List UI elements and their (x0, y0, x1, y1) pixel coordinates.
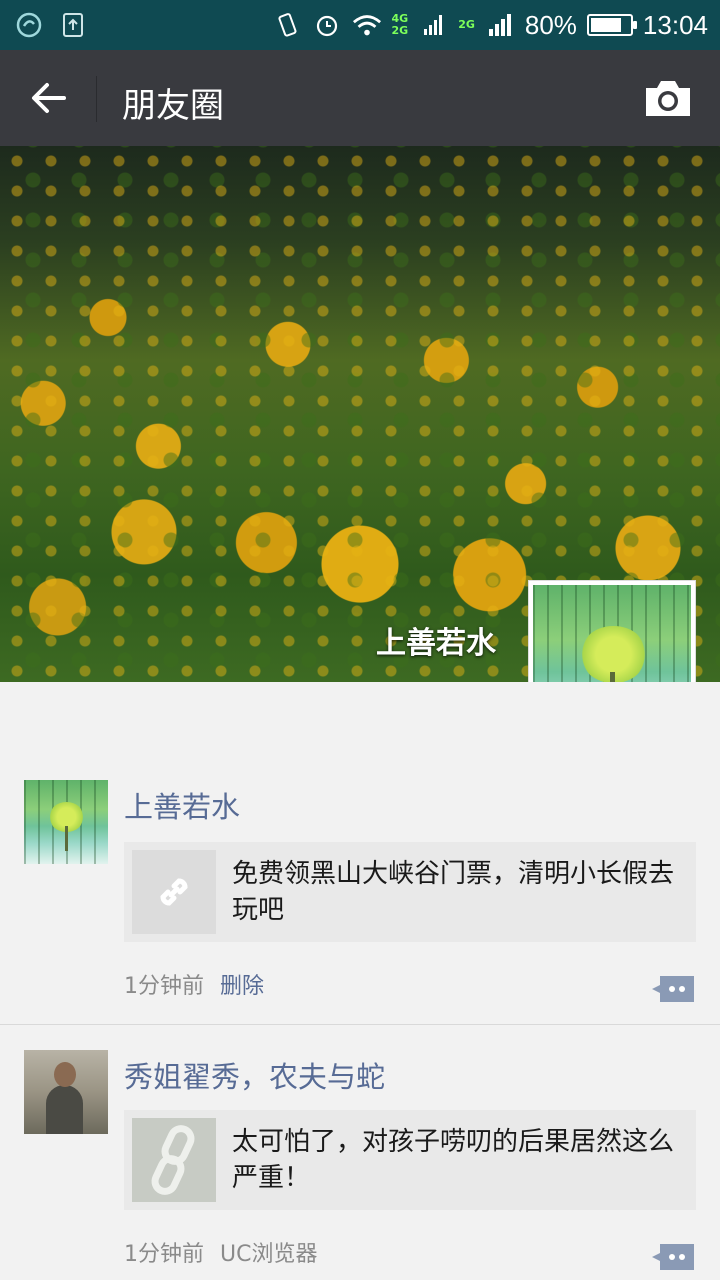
status-bar: 4G 2G 2G 80% 13:04 (0, 0, 720, 50)
post-time: 1分钟前 (124, 974, 204, 999)
post-source: UC浏览器 (220, 1242, 318, 1267)
person-head (54, 1061, 77, 1087)
person-photo (24, 1050, 108, 1134)
status-left-icons (14, 10, 88, 40)
status-right: 4G 2G 2G 80% 13:04 (272, 8, 708, 42)
wifi-icon (352, 10, 382, 40)
link-thumbnail (132, 1118, 216, 1202)
upload-notification-icon (58, 10, 88, 40)
person-body (45, 1085, 83, 1134)
link-title: 免费领黑山大峡谷门票，清明小长假去玩吧 (232, 859, 675, 925)
link-thumbnail (132, 850, 216, 934)
back-arrow-icon (32, 83, 66, 113)
battery-percent: 80% (524, 9, 577, 40)
comment-icon (652, 976, 694, 1002)
nav-bar: 朋友圈 (0, 50, 720, 146)
network-type-labels: 4G 2G (392, 13, 409, 37)
shared-link-card[interactable]: 免费领黑山大峡谷门票，清明小长假去玩吧 (124, 842, 696, 942)
comment-button[interactable] (650, 1242, 696, 1272)
vibrate-icon (272, 10, 302, 40)
signal-icon-1 (418, 10, 448, 40)
comment-icon (652, 1244, 694, 1270)
network-2g-text: 2G (458, 18, 475, 31)
page-title: 朋友圈 (122, 86, 224, 126)
nav-divider (96, 76, 97, 122)
tree-photo (24, 780, 108, 864)
link-title: 太可怕了，对孩子唠叨的后果居然这么严重！ (232, 1127, 675, 1193)
battery-fill (590, 18, 622, 32)
app-notification-icon (14, 10, 44, 40)
post-avatar[interactable] (24, 1050, 108, 1134)
camera-icon (646, 81, 690, 116)
post-author[interactable]: 秀姐翟秀，农夫与蛇 (124, 1054, 385, 1096)
post-avatar[interactable] (24, 780, 108, 864)
back-button[interactable] (22, 72, 74, 124)
comment-button[interactable] (650, 974, 696, 1004)
network-2g-label: 2G (391, 24, 409, 37)
shared-link-card[interactable]: 太可怕了，对孩子唠叨的后果居然这么严重！ (124, 1110, 696, 1210)
moments-feed: 上善若水 免费领黑山大峡谷门票，清明小长假去玩吧 1分钟前 删除 秀姐翟秀，农夫… (0, 682, 720, 1280)
battery-icon (586, 14, 637, 36)
link-icon (160, 878, 188, 906)
post-meta: 1分钟前 删除 (124, 968, 264, 1000)
camera-button[interactable] (642, 76, 694, 120)
chain-icon (151, 1125, 195, 1195)
profile-name: 上善若水 (376, 626, 496, 661)
post-divider (0, 1024, 720, 1025)
post-meta: 1分钟前 UC浏览器 (124, 1236, 317, 1268)
post-time: 1分钟前 (124, 1242, 204, 1267)
alarm-icon (312, 10, 342, 40)
clock: 13:04 (642, 9, 708, 40)
post-author[interactable]: 上善若水 (124, 784, 240, 826)
signal-icon-2 (485, 10, 515, 40)
network-2g-label-b: 2G (458, 19, 475, 31)
tree-trunk (65, 826, 68, 852)
delete-link[interactable]: 删除 (220, 974, 264, 999)
